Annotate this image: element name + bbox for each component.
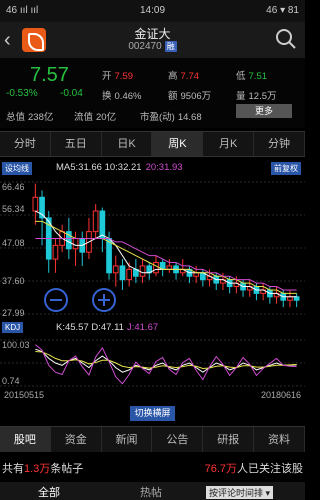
tab-five-day[interactable]: 五日 [51,132,102,156]
stock-name: 金证大 [134,27,171,41]
y-label-2: 56.34 [2,204,25,214]
kdj-y-bottom: 0.74 [2,376,20,386]
candle-body [72,237,79,250]
landscape-switch-button[interactable]: 切换横屏 [130,406,175,421]
start-date: 20150515 [4,390,45,400]
forum-filter-bar: 全部 热帖 按评论时间排 ▾ [0,482,305,500]
ma5-line [35,210,297,298]
more-button[interactable]: 更多 [236,104,292,118]
status-time: 14:09 [139,5,166,16]
volume: 量 12.5万 [236,91,277,102]
info-tabs: 股吧 资金 新闻 公告 研报 资料 [0,426,305,452]
ma-header: 设均线 MA5:31.66 10:32.21 20:31.93 前复权 [0,160,305,176]
tab-monthly-k[interactable]: 月K [203,132,255,156]
zoom-out-icon[interactable] [44,288,68,312]
kdj-d-line [35,351,297,370]
candle-body [293,296,300,301]
ma-values: MA5:31.66 10:32.21 20:31.93 [56,162,183,173]
tab-weekly-k[interactable]: 周K [152,132,204,156]
y-label-3: 47.08 [2,238,25,248]
kdj-values: K:45.57 D:47.11 J:41.67 [56,322,159,333]
pe-ratio: 市盈(动) 14.68 [140,112,202,123]
total-market-value: 总值 238亿 [6,112,54,123]
candle-body [126,268,132,281]
status-bar: 46 ııl ııl 14:09 46 ▾ 81 [0,0,305,22]
y-label-min: 27.99 [2,308,25,318]
open-price: 开 7.59 [102,71,134,82]
candle-body [92,210,99,233]
kdj-chart: 100.03 0.74 [0,336,305,390]
kdj-settings-button[interactable]: KDJ [2,322,24,333]
filter-hot[interactable]: 热帖 [140,484,162,500]
candle-body [52,244,59,260]
high-price: 高 7.74 [168,71,200,82]
tab-profile[interactable]: 资料 [254,427,305,452]
kdj-header: KDJ K:45.57 D:47.11 J:41.67 [0,320,305,336]
tab-forum[interactable]: 股吧 [0,427,51,452]
tab-funds[interactable]: 资金 [51,427,102,452]
ma10-line [35,220,297,294]
y-label-4: 37.60 [2,276,25,286]
kdj-y-top: 100.03 [2,340,30,350]
y-label-max: 66.46 [2,182,25,192]
kdj-j-line [35,344,297,385]
tab-daily-k[interactable]: 日K [102,132,153,156]
kdj-k-line [35,348,297,373]
zoom-in-icon[interactable] [92,288,116,312]
turnover-rate: 换 0.46% [102,91,142,102]
candle-body [193,272,199,277]
battery-indicator: 46 ▾ 81 [266,5,299,16]
forum-info: 共有1.3万条帖子 76.7万人已关注该股 [0,454,305,480]
post-count: 共有1.3万条帖子 [2,463,84,475]
filter-all[interactable]: 全部 [38,484,60,500]
stock-header: ‹ 金证大 002470 融 [0,22,305,58]
search-icon[interactable] [275,28,297,50]
stock-code: 002470 [128,41,162,52]
candle-body [32,196,39,212]
adjust-button[interactable]: 前复权 [271,162,301,175]
stock-code-row: 002470 融 [0,41,305,52]
candle-body [153,261,159,274]
candle-body [106,237,112,274]
tab-minute[interactable]: 分钟 [254,132,305,156]
candle-body [112,265,119,274]
candlestick-chart[interactable]: 66.46 56.34 47.08 37.60 27.99 [0,176,305,318]
candle-body [287,296,293,301]
tab-research[interactable]: 研报 [203,427,255,452]
candle-body [139,265,146,277]
kdj-svg [0,339,305,387]
trade-amount: 额 9506万 [168,91,212,102]
float-market-value: 流值 20亿 [74,112,117,123]
change-percent: -0.53% [6,88,38,99]
candle-body [166,265,173,270]
tab-announcements[interactable]: 公告 [152,427,204,452]
follower-count: 76.7万人已关注该股 [204,463,303,475]
candle-body [99,210,106,239]
low-price: 低 7.51 [236,71,268,82]
current-price: 7.57 [30,64,69,86]
change-value: -0.04 [60,88,83,99]
margin-badge: 融 [164,41,177,52]
end-date: 20180616 [260,390,301,400]
tab-intraday[interactable]: 分时 [0,132,51,156]
sort-dropdown[interactable]: 按评论时间排 ▾ [206,486,274,499]
period-tabs: 分时 五日 日K 周K 月K 分钟 [0,131,305,157]
candle-body [119,265,126,281]
tab-news[interactable]: 新闻 [102,427,153,452]
date-axis: 20150515 20180616 [0,390,305,402]
ma-settings-button[interactable]: 设均线 [2,162,32,175]
